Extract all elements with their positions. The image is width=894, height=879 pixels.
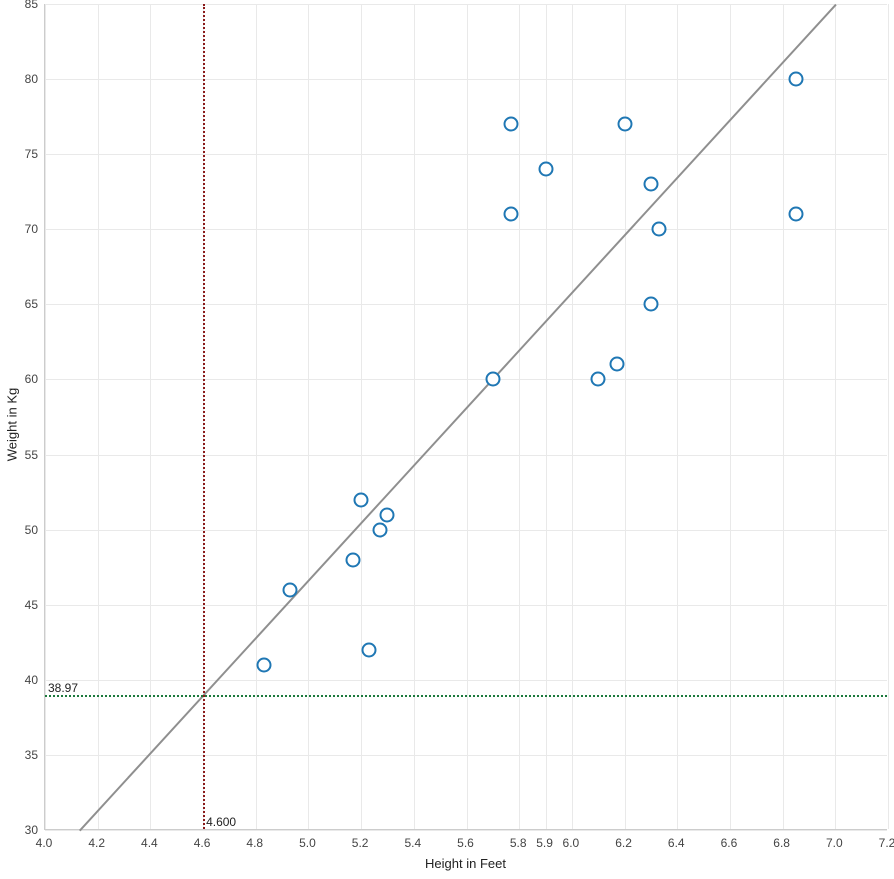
x-tick-label: 7.0 bbox=[826, 836, 843, 850]
data-point bbox=[643, 177, 658, 192]
y-tick-label: 60 bbox=[25, 372, 38, 386]
x-tick-label: 6.4 bbox=[668, 836, 685, 850]
grid-line-vertical bbox=[677, 4, 678, 829]
x-axis-label: Height in Feet bbox=[425, 856, 506, 871]
y-tick-label: 75 bbox=[25, 147, 38, 161]
data-point bbox=[617, 117, 632, 132]
reference-line-horizontal-label: 38.97 bbox=[48, 681, 78, 695]
grid-line-vertical bbox=[888, 4, 889, 829]
data-point bbox=[651, 222, 666, 237]
data-point bbox=[788, 207, 803, 222]
data-point bbox=[346, 552, 361, 567]
data-point bbox=[256, 657, 271, 672]
x-tick-label: 4.2 bbox=[88, 836, 105, 850]
grid-line-horizontal bbox=[45, 154, 887, 155]
data-point bbox=[504, 207, 519, 222]
grid-line-horizontal bbox=[45, 530, 887, 531]
reference-line-horizontal bbox=[45, 695, 887, 697]
grid-line-vertical bbox=[45, 4, 46, 829]
grid-line-vertical bbox=[414, 4, 415, 829]
y-axis-label: Weight in Kg bbox=[5, 388, 20, 461]
x-tick-label: 4.0 bbox=[36, 836, 53, 850]
y-tick-label: 45 bbox=[25, 598, 38, 612]
x-tick-label: 5.8 bbox=[510, 836, 527, 850]
x-tick-label: 6.8 bbox=[773, 836, 790, 850]
data-point bbox=[788, 72, 803, 87]
scatter-chart: 38.97 4.600 30 35 40 45 50 55 60 65 70 75 80 85 4.0 4… bbox=[0, 0, 894, 879]
grid-line-vertical bbox=[572, 4, 573, 829]
data-point bbox=[354, 492, 369, 507]
x-tick-label: 4.4 bbox=[141, 836, 158, 850]
data-point bbox=[538, 162, 553, 177]
grid-line-vertical bbox=[256, 4, 257, 829]
grid-line-horizontal bbox=[45, 455, 887, 456]
grid-line-vertical bbox=[361, 4, 362, 829]
grid-line-horizontal bbox=[45, 379, 887, 380]
x-tick-label: 5.6 bbox=[457, 836, 474, 850]
grid-line-horizontal bbox=[45, 4, 887, 5]
grid-line-vertical bbox=[467, 4, 468, 829]
grid-line-horizontal bbox=[45, 830, 887, 831]
grid-line-horizontal bbox=[45, 304, 887, 305]
x-tick-label: 4.8 bbox=[246, 836, 263, 850]
data-point bbox=[591, 372, 606, 387]
grid-line-vertical bbox=[308, 4, 309, 829]
data-point bbox=[362, 642, 377, 657]
grid-line-horizontal bbox=[45, 605, 887, 606]
data-point bbox=[504, 117, 519, 132]
regression-line bbox=[79, 4, 837, 831]
x-tick-label: 7.2 bbox=[879, 836, 894, 850]
data-point bbox=[380, 507, 395, 522]
x-tick-label: 5.2 bbox=[352, 836, 369, 850]
y-tick-label: 40 bbox=[25, 673, 38, 687]
grid-line-vertical bbox=[730, 4, 731, 829]
plot-area: 38.97 4.600 bbox=[44, 4, 887, 830]
grid-line-horizontal bbox=[45, 79, 887, 80]
x-tick-label: 5.4 bbox=[404, 836, 421, 850]
grid-line-vertical bbox=[835, 4, 836, 829]
y-tick-label: 80 bbox=[25, 72, 38, 86]
y-tick-label: 30 bbox=[25, 823, 38, 837]
y-tick-label: 85 bbox=[25, 0, 38, 11]
y-tick-label: 70 bbox=[25, 222, 38, 236]
grid-line-vertical bbox=[783, 4, 784, 829]
y-tick-label: 55 bbox=[25, 448, 38, 462]
data-point bbox=[643, 297, 658, 312]
x-tick-label: 5.0 bbox=[299, 836, 316, 850]
y-tick-label: 65 bbox=[25, 297, 38, 311]
data-point bbox=[485, 372, 500, 387]
grid-line-horizontal bbox=[45, 229, 887, 230]
reference-line-vertical-label: 4.600 bbox=[206, 815, 236, 829]
grid-line-horizontal bbox=[45, 755, 887, 756]
reference-line-vertical bbox=[203, 4, 205, 829]
x-tick-label: 5.9 bbox=[536, 836, 553, 850]
data-point bbox=[282, 582, 297, 597]
data-point bbox=[372, 522, 387, 537]
y-tick-label: 35 bbox=[25, 748, 38, 762]
grid-line-vertical bbox=[519, 4, 520, 829]
data-point bbox=[609, 357, 624, 372]
grid-line-vertical bbox=[98, 4, 99, 829]
x-tick-label: 6.6 bbox=[721, 836, 738, 850]
x-tick-label: 6.2 bbox=[615, 836, 632, 850]
grid-line-horizontal bbox=[45, 680, 887, 681]
x-tick-label: 6.0 bbox=[563, 836, 580, 850]
grid-line-vertical bbox=[150, 4, 151, 829]
x-tick-label: 4.6 bbox=[194, 836, 211, 850]
y-tick-label: 50 bbox=[25, 523, 38, 537]
grid-line-vertical bbox=[546, 4, 547, 829]
